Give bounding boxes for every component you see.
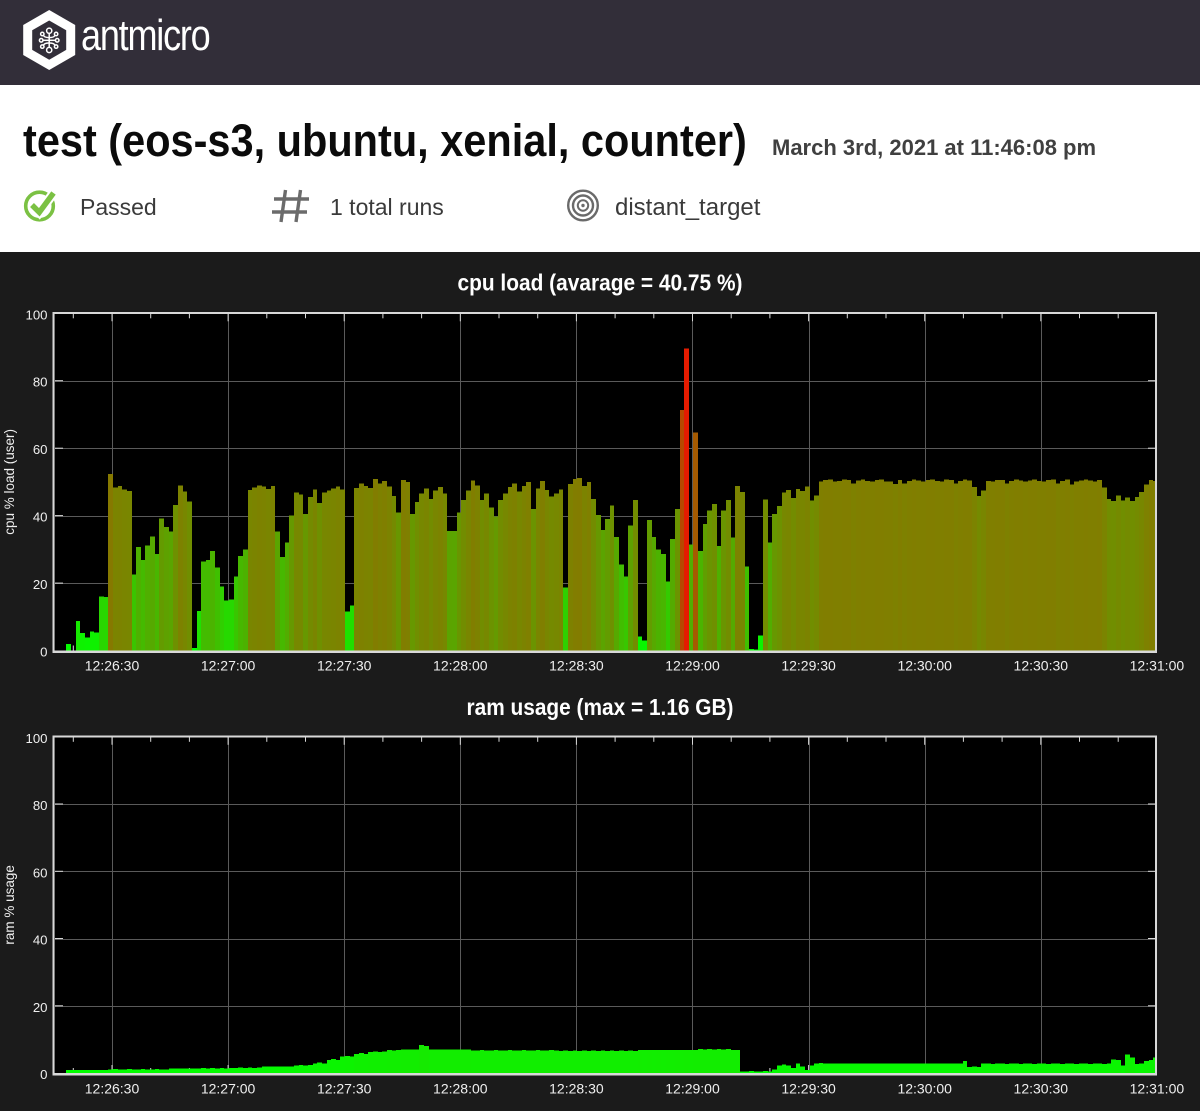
svg-text:40: 40: [33, 510, 48, 525]
svg-text:12:31:00: 12:31:00: [1130, 658, 1185, 674]
svg-text:ram % usage: ram % usage: [2, 865, 17, 945]
svg-text:60: 60: [33, 442, 48, 457]
svg-text:12:30:00: 12:30:00: [897, 658, 952, 674]
svg-text:12:28:30: 12:28:30: [549, 658, 604, 674]
svg-text:12:27:30: 12:27:30: [317, 658, 372, 674]
svg-text:12:27:00: 12:27:00: [201, 1081, 256, 1097]
svg-text:100: 100: [25, 307, 47, 322]
svg-text:12:26:30: 12:26:30: [85, 1081, 140, 1097]
svg-text:12:30:30: 12:30:30: [1014, 658, 1069, 674]
svg-text:0: 0: [40, 645, 47, 660]
svg-text:12:27:00: 12:27:00: [201, 658, 256, 674]
svg-text:12:27:30: 12:27:30: [317, 1081, 372, 1097]
svg-text:80: 80: [33, 798, 48, 813]
svg-text:cpu % load (user): cpu % load (user): [2, 429, 17, 535]
svg-text:40: 40: [33, 933, 48, 948]
svg-text:12:29:30: 12:29:30: [781, 1081, 836, 1097]
svg-text:60: 60: [33, 865, 48, 880]
svg-text:ram usage (max = 1.16 GB): ram usage (max = 1.16 GB): [467, 694, 734, 720]
svg-text:20: 20: [33, 1000, 48, 1015]
svg-text:12:26:30: 12:26:30: [85, 658, 140, 674]
svg-text:20: 20: [33, 577, 48, 592]
svg-text:12:30:30: 12:30:30: [1014, 1081, 1069, 1097]
svg-text:12:28:30: 12:28:30: [549, 1081, 604, 1097]
svg-text:80: 80: [33, 375, 48, 390]
svg-text:12:31:00: 12:31:00: [1130, 1081, 1185, 1097]
svg-text:12:29:30: 12:29:30: [781, 658, 836, 674]
svg-text:0: 0: [40, 1067, 47, 1082]
svg-text:12:29:00: 12:29:00: [665, 1081, 720, 1097]
svg-text:12:28:00: 12:28:00: [433, 658, 488, 674]
svg-text:100: 100: [25, 731, 47, 746]
svg-text:cpu load (avarage = 40.75 %): cpu load (avarage = 40.75 %): [458, 270, 743, 296]
svg-text:12:28:00: 12:28:00: [433, 1081, 488, 1097]
svg-text:12:30:00: 12:30:00: [897, 1081, 952, 1097]
svg-text:12:29:00: 12:29:00: [665, 658, 720, 674]
